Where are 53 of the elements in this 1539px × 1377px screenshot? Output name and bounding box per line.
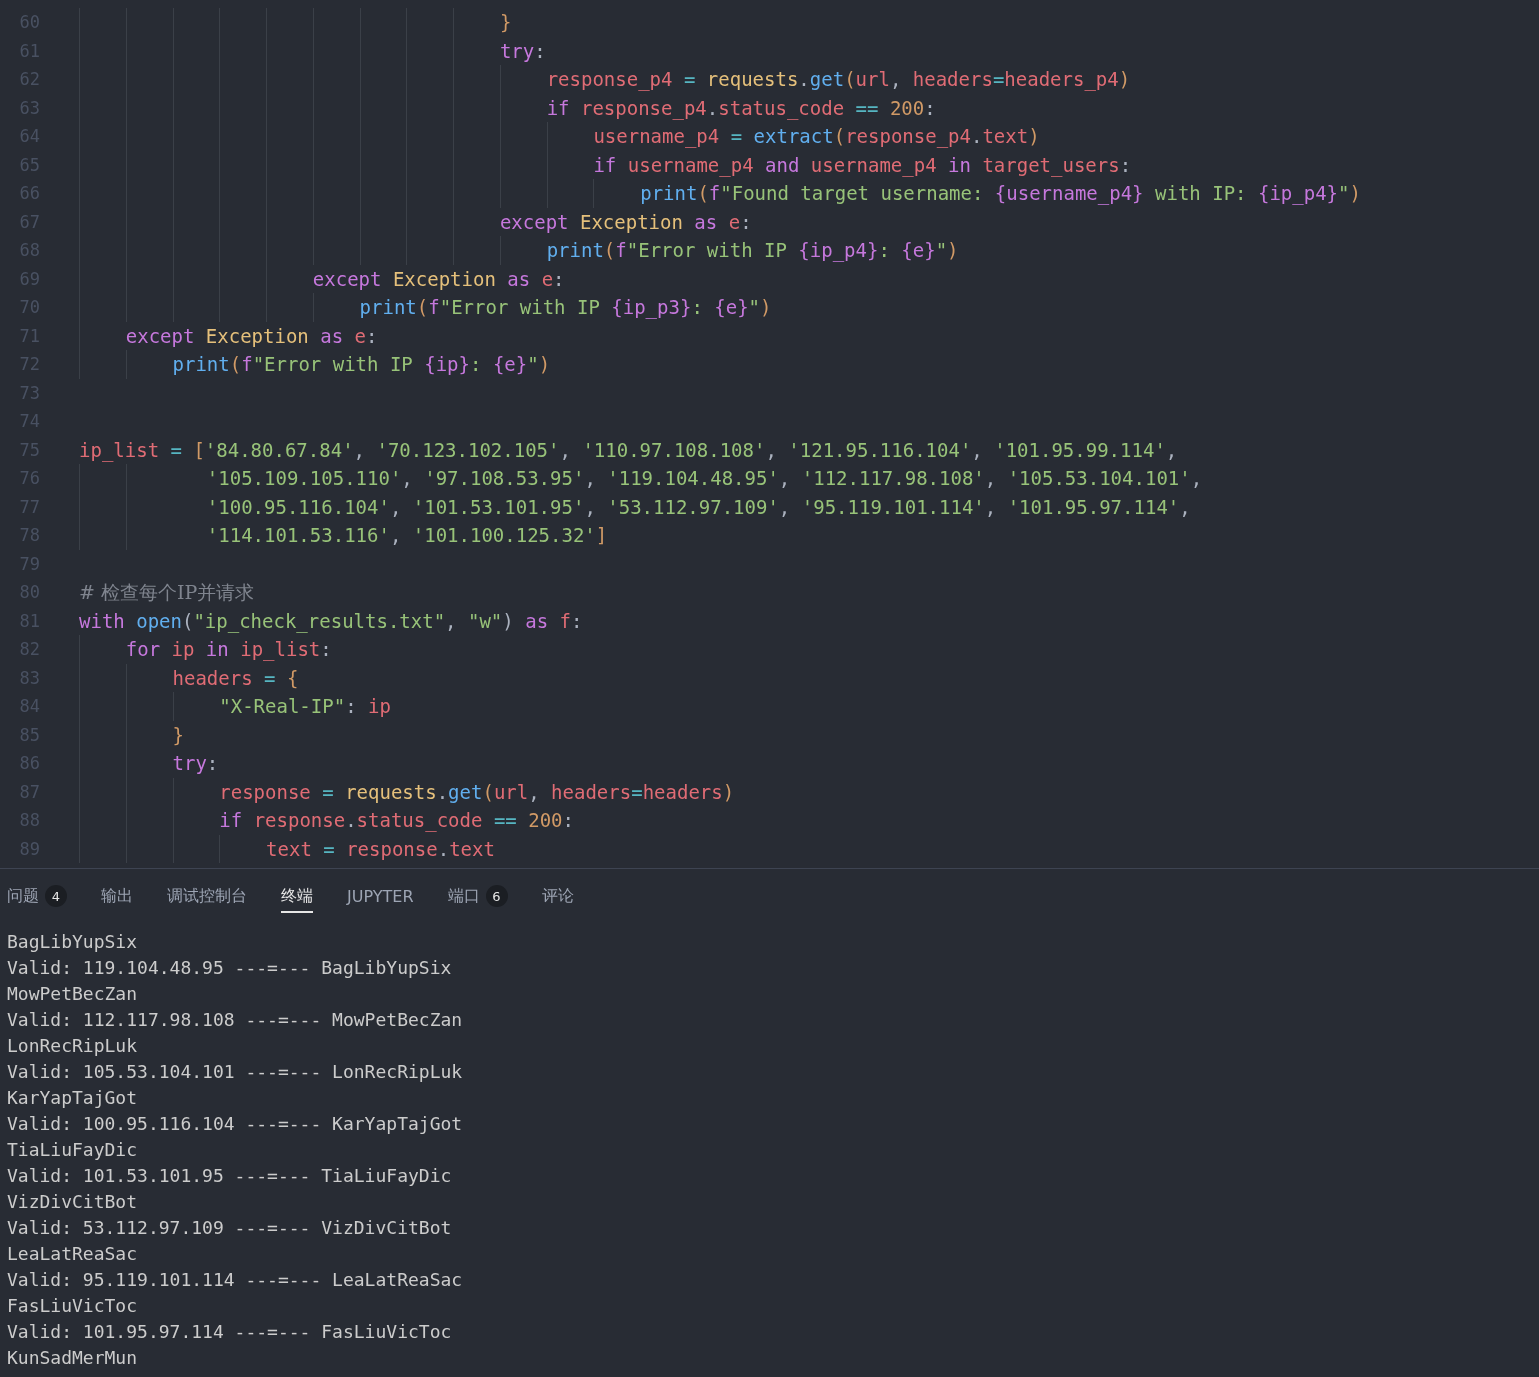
- code-line: print(f"Error with IP {ip_p4}: {e}"): [79, 236, 959, 265]
- code-line: print(f"Found target username: {username_p4} with IP: {ip_p4}"): [79, 179, 1361, 208]
- code-line: except Exception as e:: [79, 321, 378, 350]
- code-line: }: [79, 8, 512, 37]
- code-line: '105.109.105.110', '97.108.53.95', '119.104.48.95', '112.117.98.108', '105.53.104.101',: [79, 464, 1203, 493]
- code-line: '100.95.116.104', '101.53.101.95', '53.112.97.109', '95.119.101.114', '101.95.97.114',: [79, 492, 1191, 521]
- code-line: response_p4 = requests.get(url, headers=headers_p4): [79, 65, 1131, 94]
- count-badge: 4: [45, 885, 67, 907]
- code-line: username_p4 = extract(response_p4.text): [79, 122, 1040, 151]
- code-line: if username_p4 and username_p4 in target_users:: [79, 150, 1132, 179]
- terminal-line: KunSadMerMun: [7, 1346, 139, 1370]
- code-line: print(f"Error with IP {ip}: {e}"): [79, 350, 551, 379]
- terminal-line: LonRecRipLuk: [7, 1034, 139, 1058]
- panel-tab[interactable]: 评论: [541, 881, 574, 913]
- terminal-line: Valid: 119.104.48.95 ---=--- BagLibYupSix: [7, 956, 453, 980]
- terminal-line: FasLiuVicToc: [7, 1294, 139, 1318]
- terminal-line: TiaLiuFayDic: [7, 1138, 139, 1162]
- code-line: headers = {: [79, 663, 299, 692]
- code-line: for ip in ip_list:: [79, 635, 332, 664]
- terminal-line: Valid: 101.53.101.95 ---=--- TiaLiuFayDic: [7, 1164, 453, 1188]
- terminal-line: LeaLatReaSac: [7, 1242, 139, 1266]
- code-line: response = requests.get(url, headers=headers): [79, 777, 735, 806]
- panel-tab[interactable]: JUPYTER: [347, 882, 414, 912]
- terminal-line: Valid: 112.117.98.108 ---=--- MowPetBecZan: [7, 1008, 464, 1032]
- terminal-line: Valid: 101.95.97.114 ---=--- FasLiuVicToc: [7, 1320, 453, 1344]
- terminal-line: BagLibYupSix: [7, 930, 139, 954]
- count-badge: 6: [485, 885, 508, 907]
- panel-tab[interactable]: 终端: [281, 881, 313, 913]
- code-line: except Exception as e:: [79, 264, 565, 293]
- terminal-line: MowPetBecZan: [7, 982, 139, 1006]
- code-line: try:: [79, 749, 219, 778]
- code-line: '114.101.53.116', '101.100.125.32']: [79, 521, 608, 550]
- code-line: if response_p4.status_code == 200:: [79, 93, 936, 122]
- panel-tab[interactable]: 端口 6: [447, 881, 508, 913]
- code-line: # 检查每个IP并请求: [79, 580, 255, 605]
- code-line: if response.status_code == 200:: [79, 806, 574, 835]
- terminal-line: Valid: 100.95.116.104 ---=--- KarYapTajGot: [7, 1112, 464, 1136]
- code-line: with open("ip_check_results.txt", "w") as f:: [79, 608, 583, 635]
- panel-tab[interactable]: 输出: [101, 881, 133, 913]
- code-line: }: [79, 720, 184, 749]
- terminal-line: Valid: 53.112.97.109 ---=--- VizDivCitBot: [7, 1216, 453, 1240]
- code-line: print(f"Error with IP {ip_p3}: {e}"): [79, 293, 772, 322]
- terminal-line: KarYapTajGot: [7, 1086, 139, 1110]
- panel-tab[interactable]: 问题 4: [7, 881, 67, 913]
- code-line: text = response.text: [79, 834, 495, 863]
- code-line: except Exception as e:: [79, 207, 752, 236]
- terminal-line: Valid: 95.119.101.114 ---=--- LeaLatReaSac: [7, 1268, 464, 1292]
- code-line: ip_list = ['84.80.67.84', '70.123.102.105', '110.97.108.108', '121.95.116.104', '101.95.99.114',: [79, 437, 1178, 464]
- code-line: "X-Real-IP": ip: [79, 692, 391, 721]
- code-line: try:: [79, 36, 546, 65]
- terminal-line: Valid: 105.53.104.101 ---=--- LonRecRipLuk: [7, 1060, 464, 1084]
- panel-tab[interactable]: 调试控制台: [167, 881, 247, 913]
- terminal-line: VizDivCitBot: [7, 1190, 139, 1214]
